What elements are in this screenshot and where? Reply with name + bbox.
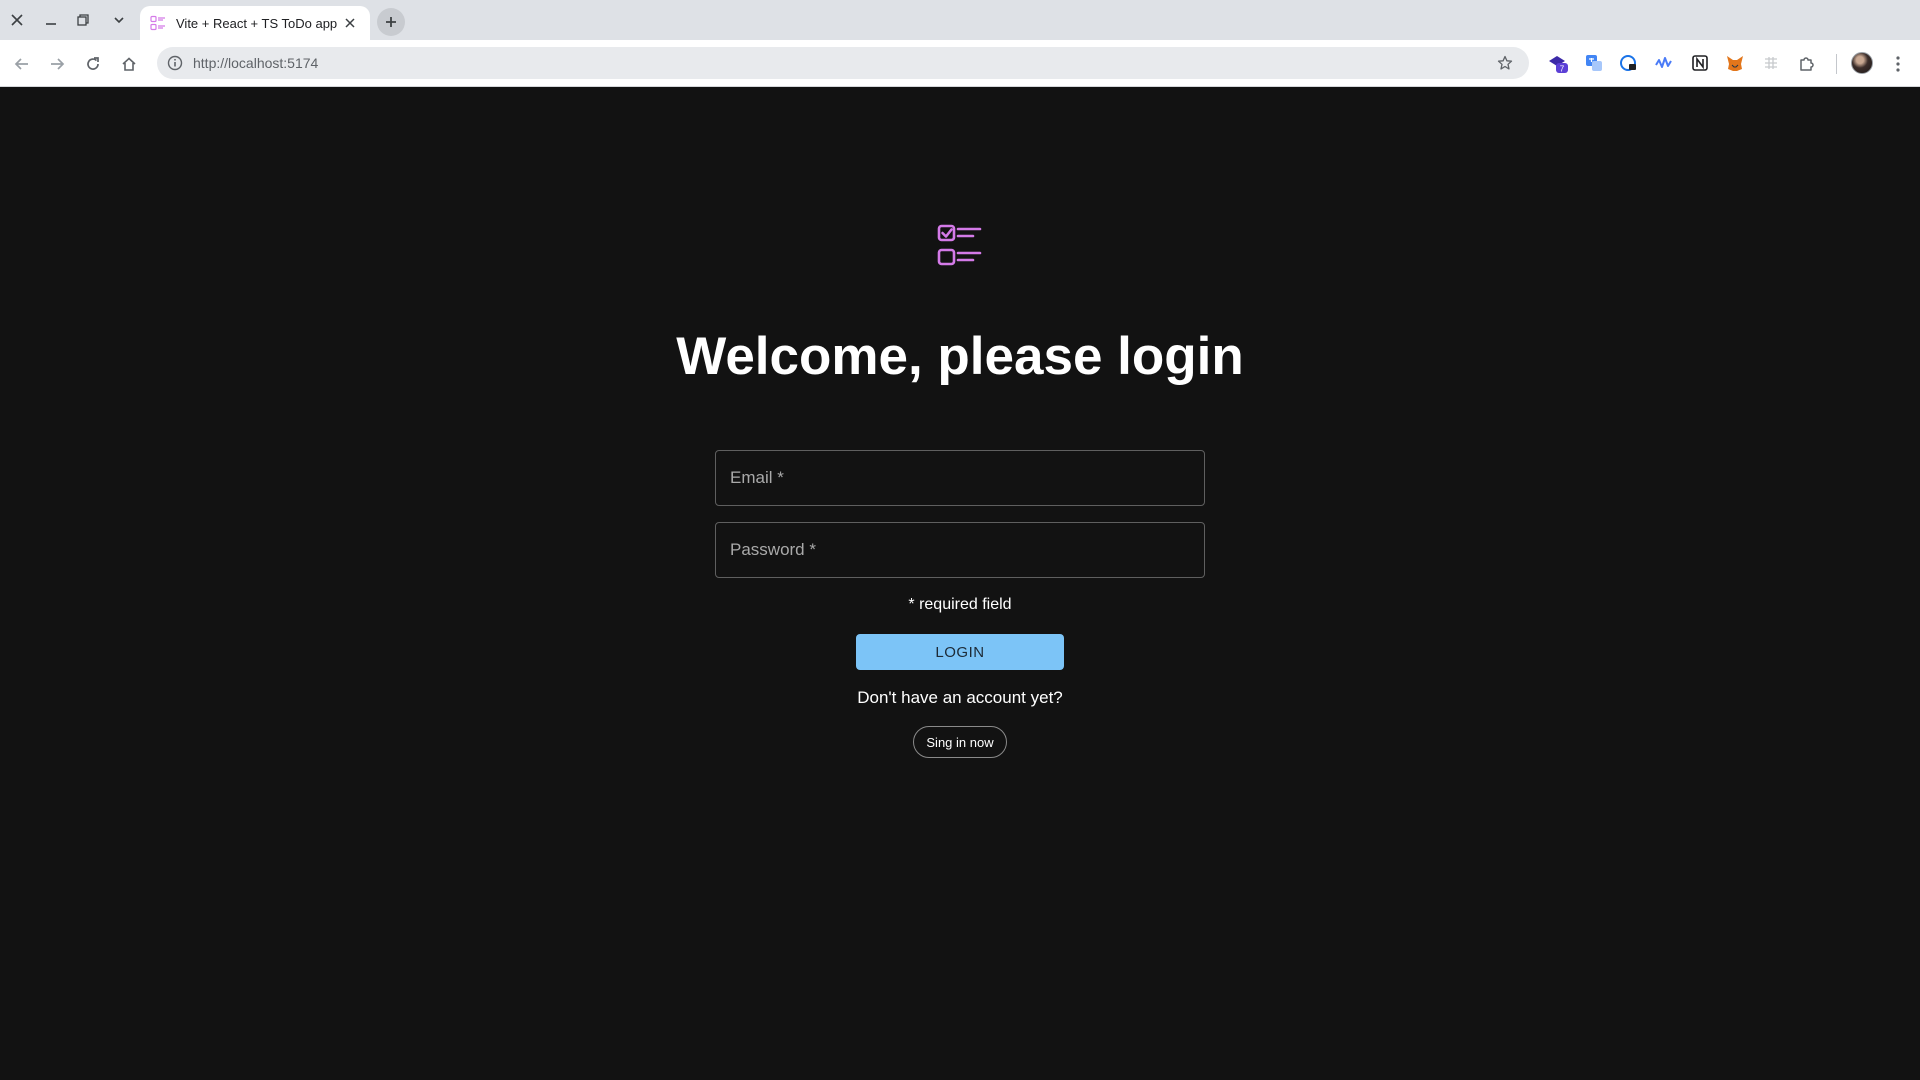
plus-icon: [386, 17, 396, 27]
checklist-logo-icon: [937, 224, 982, 266]
address-bar[interactable]: http://localhost:5174: [157, 47, 1529, 79]
sign-in-now-button[interactable]: Sing in now: [913, 726, 1007, 758]
wave-extension-icon[interactable]: [1653, 52, 1675, 74]
tab-search-chevron-down-icon[interactable]: [107, 8, 131, 32]
password-input[interactable]: [716, 523, 1204, 577]
page-title: Welcome, please login: [676, 327, 1244, 386]
grid-extension-icon[interactable]: [1760, 52, 1782, 74]
active-browser-tab[interactable]: Vite + React + TS ToDo app: [140, 6, 370, 40]
password-extension-icon[interactable]: [1618, 52, 1640, 74]
shield-extension-icon[interactable]: 7: [1547, 52, 1569, 74]
new-tab-button[interactable]: [377, 8, 405, 36]
window-minimize-icon[interactable]: [39, 8, 63, 32]
login-button[interactable]: LOGIN: [856, 634, 1064, 670]
forward-arrow-icon[interactable]: [43, 50, 71, 78]
browser-tab-strip: Vite + React + TS ToDo app: [0, 0, 1920, 40]
window-restore-icon[interactable]: [71, 8, 95, 32]
back-arrow-icon[interactable]: [8, 50, 36, 78]
email-input[interactable]: [716, 451, 1204, 505]
profile-avatar[interactable]: [1851, 52, 1873, 74]
translate-extension-icon[interactable]: [1583, 52, 1605, 74]
toolbar-divider: [1836, 54, 1837, 74]
password-field[interactable]: Password *: [715, 522, 1205, 578]
required-field-note: * required field: [908, 596, 1012, 613]
reload-icon[interactable]: [79, 50, 107, 78]
email-field[interactable]: Email *: [715, 450, 1205, 506]
todo-favicon-icon: [150, 15, 165, 31]
address-bar-url: http://localhost:5174: [193, 55, 319, 71]
window-close-icon[interactable]: [5, 8, 29, 32]
notion-extension-icon[interactable]: [1689, 52, 1711, 74]
no-account-text: Don't have an account yet?: [857, 688, 1063, 707]
site-info-icon[interactable]: [166, 54, 184, 72]
puzzle-extensions-icon[interactable]: [1796, 52, 1818, 74]
tab-close-icon[interactable]: [340, 13, 360, 33]
home-icon[interactable]: [115, 50, 143, 78]
bookmark-star-icon[interactable]: [1493, 51, 1517, 75]
tab-title: Vite + React + TS ToDo app: [176, 15, 338, 31]
browser-menu-kebab-icon[interactable]: [1886, 52, 1910, 76]
metamask-fox-icon[interactable]: [1724, 52, 1746, 74]
extension-badge-count: 7: [1560, 65, 1565, 74]
browser-toolbar: http://localhost:5174 7: [0, 40, 1920, 87]
